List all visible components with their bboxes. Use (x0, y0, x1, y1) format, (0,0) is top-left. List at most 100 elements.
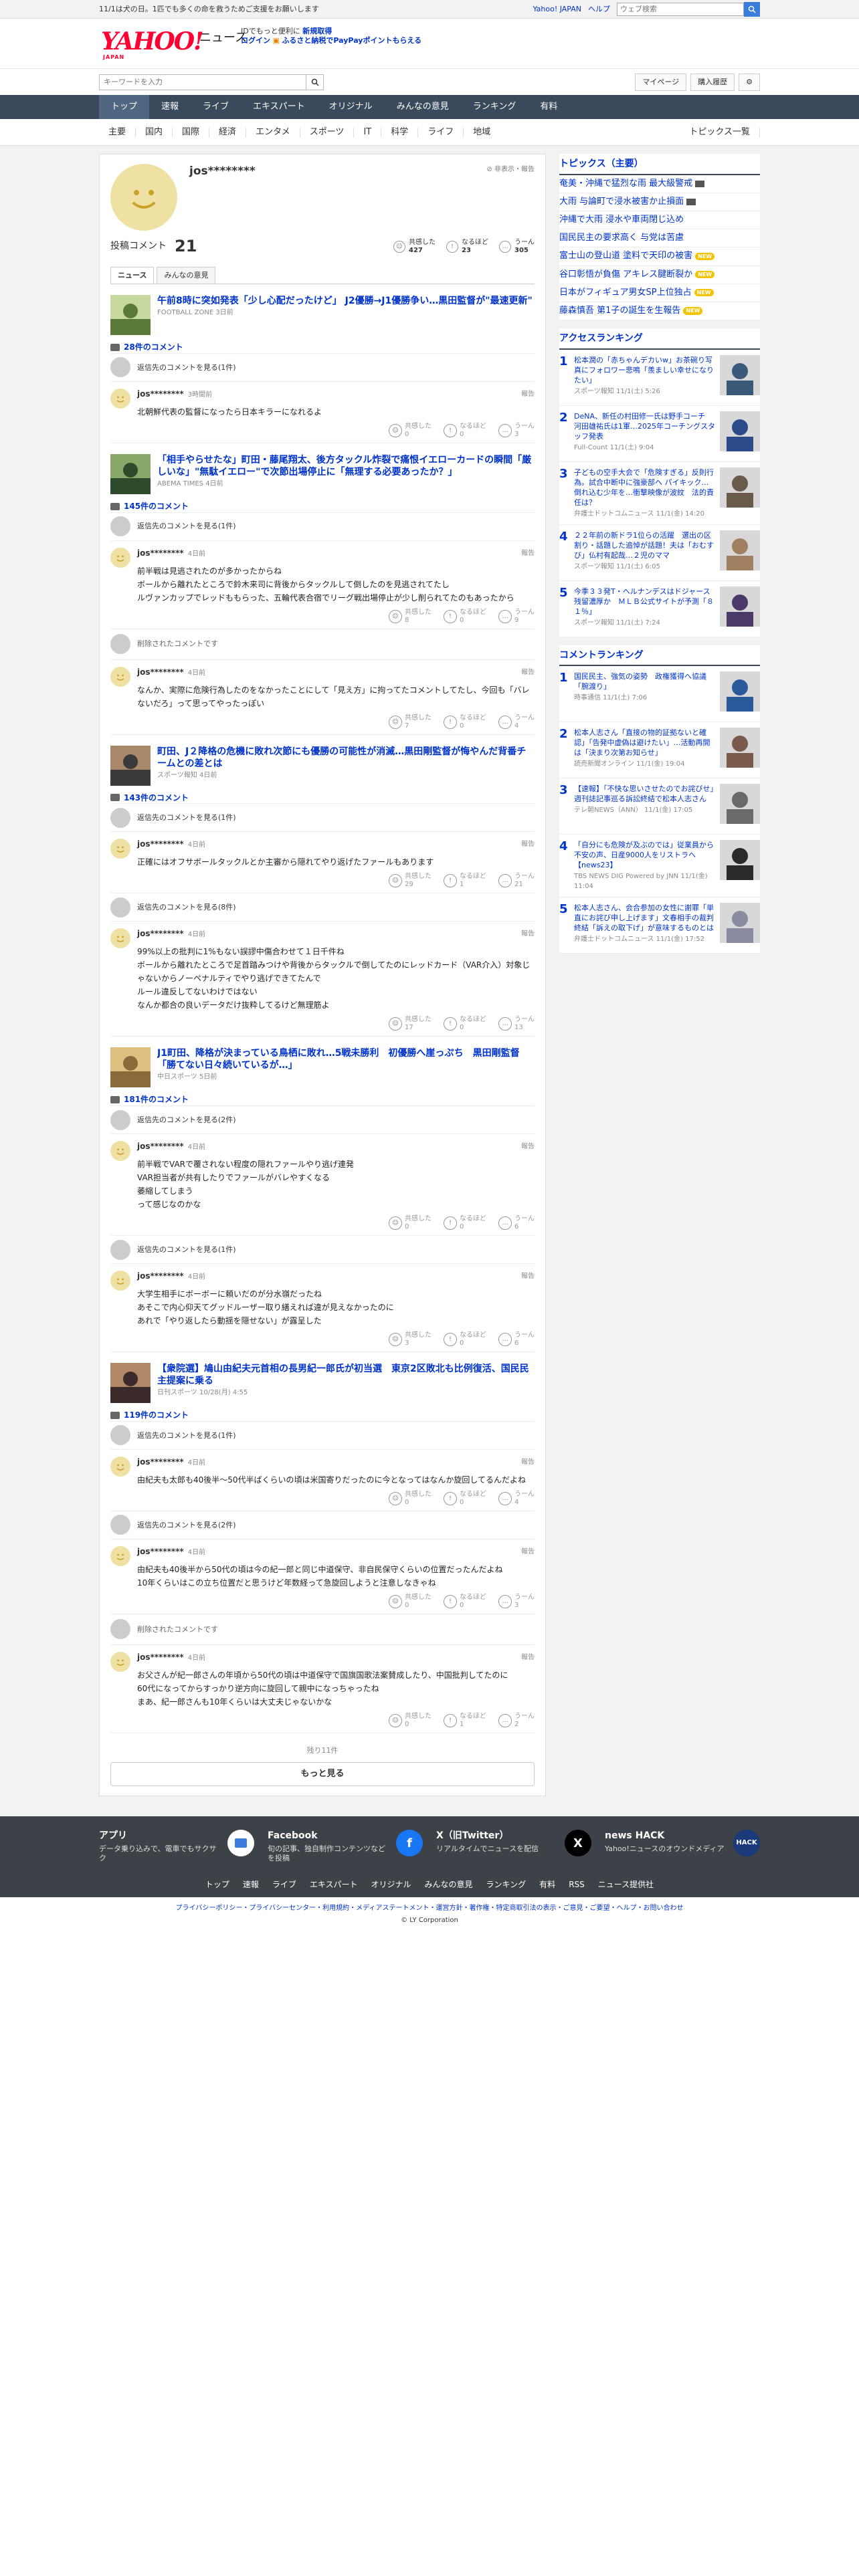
article-title[interactable]: J1町田、降格が決まっている鳥栖に敗れ…5戦未勝利 初優勝へ崖っぷち 黒田剛監督… (157, 1047, 535, 1071)
reaction-insight-button[interactable]: ! なるほど 0 (444, 1491, 486, 1507)
topic-item[interactable]: 沖縄で大雨 浸水や車両閉じ込め (559, 211, 760, 230)
cat-main[interactable]: 主要 (99, 128, 136, 137)
news-search-button[interactable] (306, 74, 324, 90)
report-link[interactable]: 報告 (521, 1458, 535, 1467)
article-thumbnail[interactable] (110, 453, 151, 494)
cat-sports[interactable]: スポーツ (300, 128, 355, 137)
article-thumbnail[interactable] (110, 1047, 151, 1088)
footer-nav-link[interactable]: トップ (205, 1879, 229, 1891)
news-label[interactable]: ニュース (199, 29, 247, 46)
topic-item[interactable]: 国民民主の要求高く 与党は苦慮 (559, 229, 760, 248)
reaction-insight-button[interactable]: ! なるほど 0 (444, 1215, 486, 1231)
comment-count-link[interactable]: 181件のコメント (110, 1094, 535, 1105)
reaction-empathy-button[interactable]: ☺ 共感した 8 (389, 609, 432, 625)
cat-world[interactable]: 国際 (173, 128, 210, 137)
gnav-paid[interactable]: 有料 (528, 95, 569, 119)
footer-card[interactable]: news HACK Yahoo!ニュースのオウンドメディア HACK (605, 1830, 760, 1863)
report-link[interactable]: 報告 (521, 668, 535, 677)
article-thumbnail[interactable] (110, 1363, 151, 1404)
reaction-hmm-button[interactable]: … うーん 21 (498, 873, 535, 889)
yahoo-logo[interactable]: YAHOO! (101, 29, 204, 53)
web-search-button[interactable] (744, 2, 760, 17)
reaction-hmm-button[interactable]: … うーん 6 (498, 1331, 535, 1348)
gnav-original[interactable]: オリジナル (317, 95, 385, 119)
article-title[interactable]: 午前8時に突如発表「少し心配だったけど」 J2優勝→J1優勝争い…黒田監督が"最… (157, 295, 533, 307)
reaction-empathy-button[interactable]: ☺ 共感した 0 (389, 423, 432, 439)
mypage-button[interactable]: マイページ (635, 74, 687, 91)
gnav-live[interactable]: ライブ (191, 95, 241, 119)
footer-card[interactable]: Facebook 旬の記事、独自制作コンテンツなどを投稿 f (268, 1830, 423, 1863)
reaction-empathy-button[interactable]: ☺ 共感した 0 (389, 1491, 432, 1507)
report-link[interactable]: 報告 (521, 930, 535, 939)
gnav-top[interactable]: トップ (99, 95, 150, 119)
purchase-history-button[interactable]: 購入履歴 (690, 74, 735, 91)
reply-link[interactable]: 返信先のコメントを見る(1件) (110, 1420, 535, 1449)
reaction-insight-button[interactable]: ! なるほど 0 (444, 1594, 486, 1610)
article-title[interactable]: 【衆院選】鳩山由紀夫元首相の長男紀一郎氏が初当選 東京2区敗北も比例復活、国民民… (157, 1363, 535, 1387)
tab-opinions[interactable]: みんなの意見 (157, 267, 216, 284)
comment-count-link[interactable]: 119件のコメント (110, 1410, 535, 1421)
reply-link[interactable]: 返信先のコメントを見る(8件) (110, 893, 535, 921)
reaction-hmm-button[interactable]: … うーん 6 (498, 1215, 535, 1231)
cat-domestic[interactable]: 国内 (136, 128, 173, 137)
reaction-insight-button[interactable]: ! なるほど 0 (444, 1016, 486, 1032)
report-link[interactable]: 報告 (521, 390, 535, 399)
footer-nav-link[interactable]: ライブ (272, 1879, 296, 1891)
help-link[interactable]: ヘルプ (588, 4, 610, 14)
reaction-empathy-button[interactable]: ☺ 共感した 29 (389, 873, 432, 889)
topic-item[interactable]: 藤森慎吾 第1子の誕生を生報告 NEW (559, 302, 760, 321)
footer-nav-link[interactable]: オリジナル (371, 1879, 411, 1891)
reaction-empathy-button[interactable]: ☺ 共感した 0 (389, 1713, 432, 1729)
news-search-input[interactable] (99, 74, 306, 90)
reaction-insight-button[interactable]: ! なるほど 1 (444, 1713, 486, 1729)
comment-count-link[interactable]: 143件のコメント (110, 792, 535, 804)
cat-it[interactable]: IT (354, 128, 382, 137)
ranking-item[interactable]: 1 国民民主、強気の姿勢 政権獲得へ協議「腕渡り」 時事通信 11/1(土) 7:0… (559, 666, 760, 723)
web-search-input[interactable] (617, 3, 744, 16)
legal-text[interactable]: プライバシーポリシー・プライバシーセンター・利用規約・メディアステートメント・運… (0, 1904, 859, 1913)
reaction-empathy-button[interactable]: ☺ 共感した 7 (389, 714, 432, 730)
gnav-flash[interactable]: 速報 (149, 95, 191, 119)
article-thumbnail[interactable] (110, 745, 151, 786)
gnav-opinion[interactable]: みんなの意見 (385, 95, 461, 119)
topics-list-link[interactable]: トピックス一覧 (680, 128, 760, 137)
ranking-item[interactable]: 3 子どもの空手大会で「危険すぎる」反則行為。試合中断中に強豪部へ パイキック…倒… (559, 462, 760, 525)
reaction-empathy-button[interactable]: ☺ 共感した 0 (389, 1594, 432, 1610)
footer-nav-link[interactable]: みんなの意見 (425, 1879, 473, 1891)
reaction-insight-button[interactable]: ! なるほど 0 (444, 714, 486, 730)
hide-report-link[interactable]: ⊘ 非表示・報告 (486, 165, 535, 175)
report-link[interactable]: 報告 (521, 1547, 535, 1557)
cat-local[interactable]: 地域 (464, 128, 500, 137)
topic-item[interactable]: 大雨 与論町で浸水被害か止損面 (559, 193, 760, 211)
ranking-item[interactable]: 5 今季３３発T・ヘルナンデスはドジャース残留濃厚か ＭＬＢ公式サイトが予測「８１… (559, 581, 760, 637)
reaction-hmm-button[interactable]: … うーん 4 (498, 1491, 535, 1507)
reaction-empathy-button[interactable]: ☺ 共感した 3 (389, 1331, 432, 1348)
reaction-insight-button[interactable]: ! なるほど 0 (444, 423, 486, 439)
footer-nav-link[interactable]: 速報 (243, 1879, 259, 1891)
login-link[interactable]: ログイン (241, 36, 270, 45)
donation-message[interactable]: 11/1は犬の日。1匹でも多くの命を救うためご支援をお願いします (99, 4, 319, 14)
article-thumbnail[interactable] (110, 295, 151, 335)
report-link[interactable]: 報告 (521, 549, 535, 558)
cat-economy[interactable]: 経済 (209, 128, 247, 137)
report-link[interactable]: 報告 (521, 1653, 535, 1662)
cat-science[interactable]: 科学 (381, 128, 419, 137)
article-title[interactable]: 町田、J２降格の危機に敗れ次節にも優勝の可能性が消滅…黒田剛監督が悔やんだ背番チ… (157, 746, 535, 770)
reaction-hmm-button[interactable]: … うーん 4 (498, 714, 535, 730)
footer-nav-link[interactable]: 有料 (539, 1879, 555, 1891)
reaction-hmm-button[interactable]: … うーん 3 (498, 1594, 535, 1610)
signup-link[interactable]: 新規取得 (302, 27, 332, 35)
article-title[interactable]: 「相手やらせたな」町田・藤尾翔太、後方タックル炸裂で痛恨イエローカードの瞬間「厳… (157, 454, 535, 478)
footer-nav-link[interactable]: エキスパート (310, 1879, 358, 1891)
topic-item[interactable]: 奄美・沖縄で猛烈な雨 最大級警戒 (559, 175, 760, 193)
reaction-empathy-button[interactable]: ☺ 共感した 17 (389, 1016, 432, 1032)
comment-count-link[interactable]: 28件のコメント (110, 342, 535, 353)
cat-life[interactable]: ライフ (418, 128, 464, 137)
comment-count-link[interactable]: 145件のコメント (110, 501, 535, 512)
reaction-hmm-button[interactable]: … うーん 9 (498, 609, 535, 625)
reaction-empathy-button[interactable]: ☺ 共感した 0 (389, 1215, 432, 1231)
reaction-hmm-button[interactable]: … うーん 2 (498, 1713, 535, 1729)
cat-entertainment[interactable]: エンタメ (246, 128, 300, 137)
topic-item[interactable]: 日本がフィギュア男女SP上位独占 NEW (559, 284, 760, 302)
ranking-item[interactable]: 2 松本人志さん「直接の物的証拠ないと確認」「告発中虚偽は避けたい」…活動再開は「… (559, 722, 760, 779)
